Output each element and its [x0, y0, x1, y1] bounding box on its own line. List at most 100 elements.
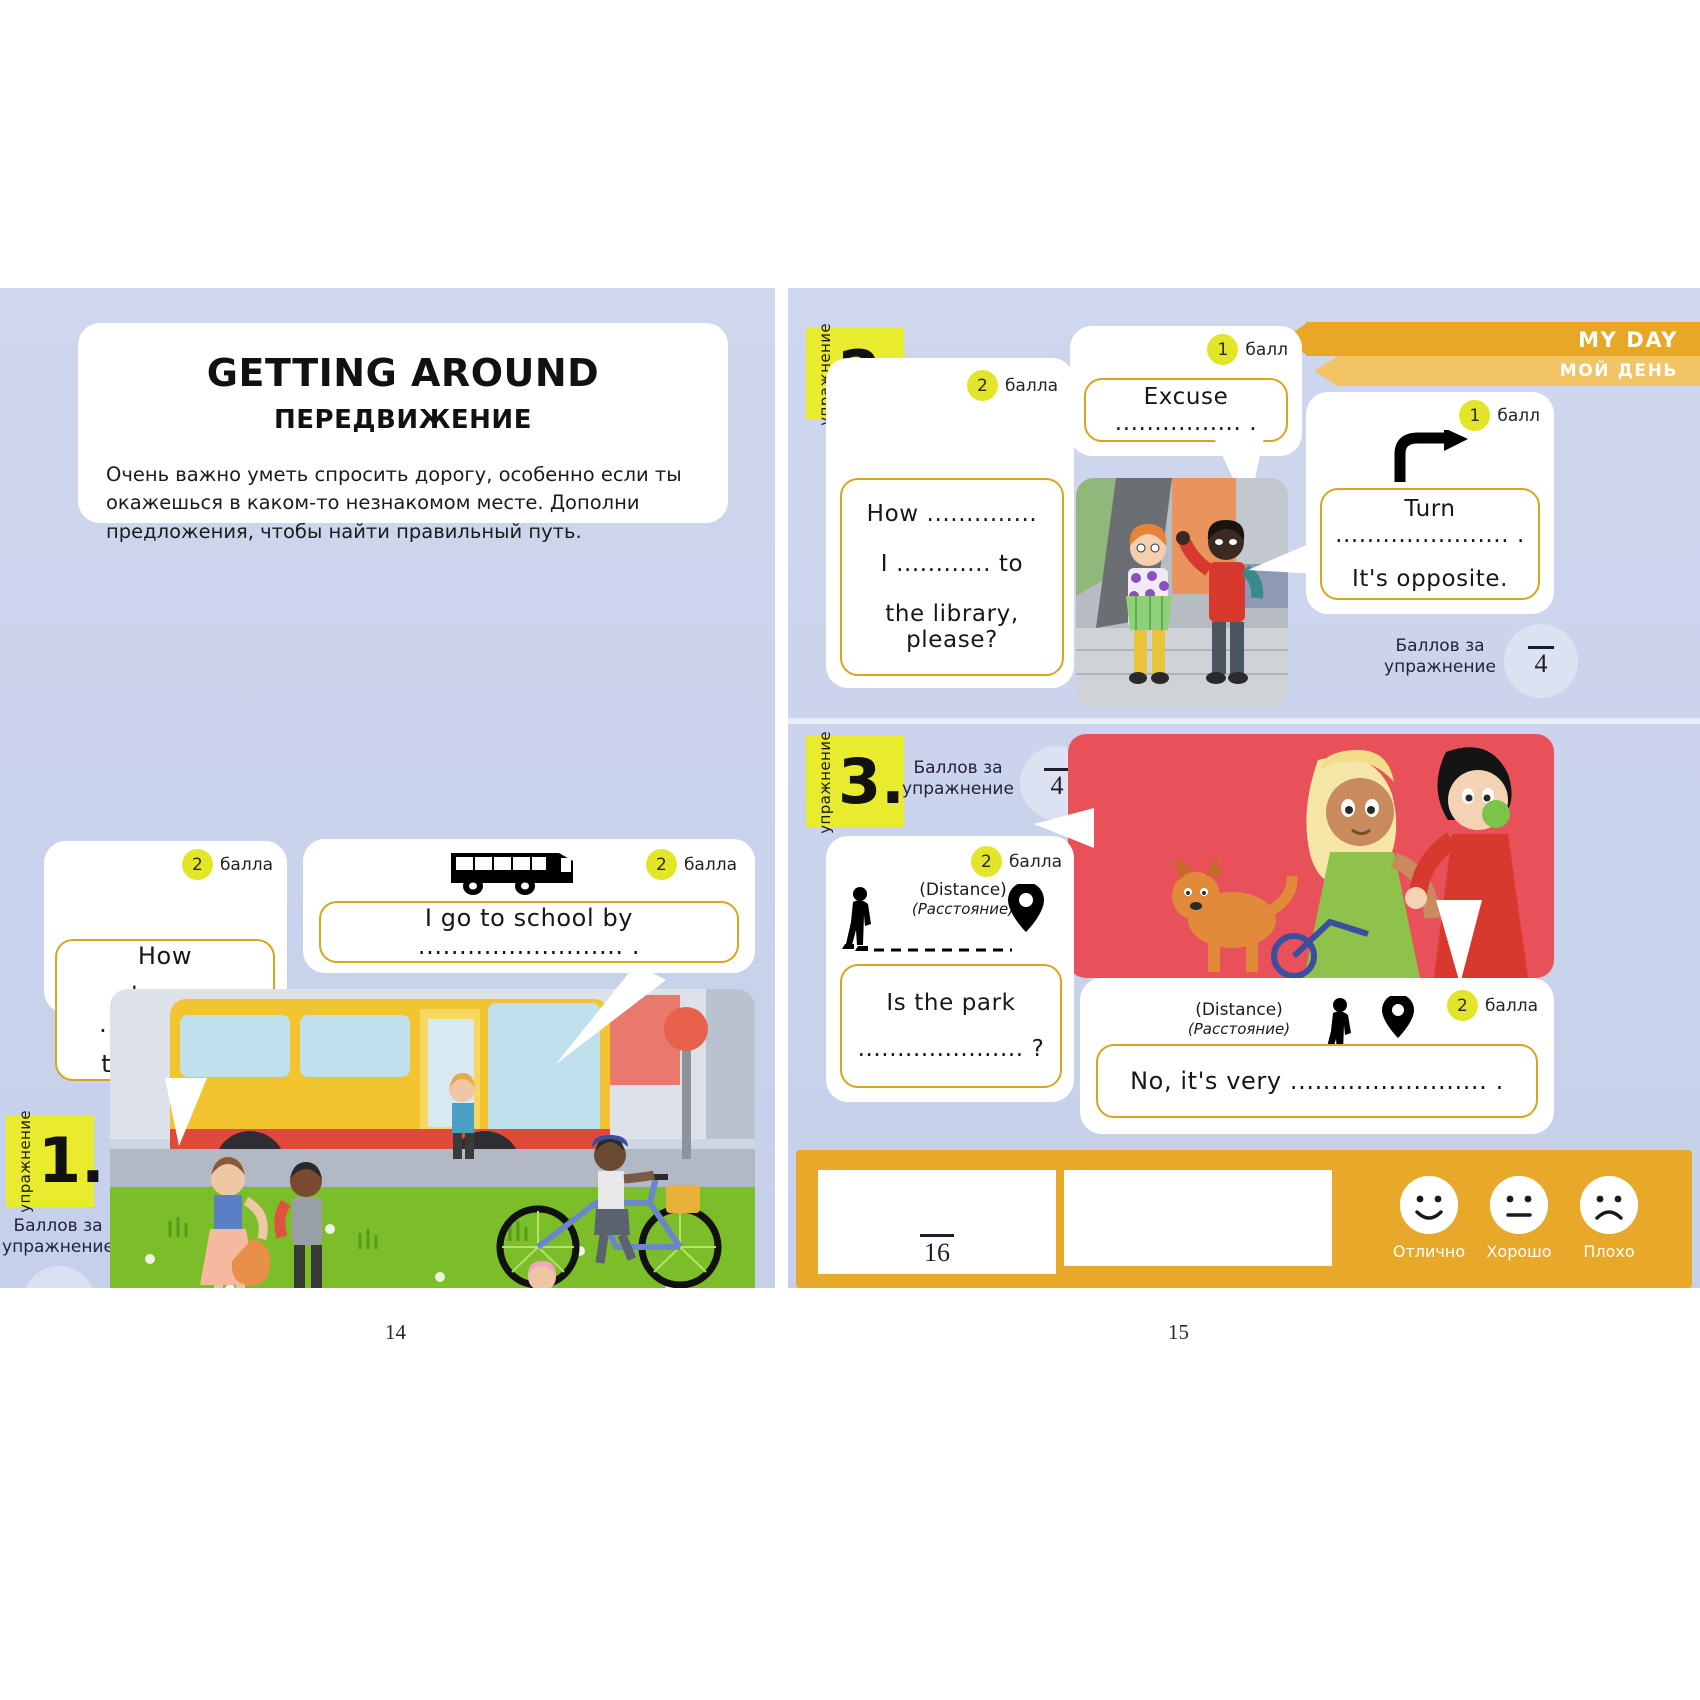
distance-label-ru: (Расстояние): [1187, 1020, 1291, 1038]
is-the-park-points: 2 балла: [970, 846, 1062, 877]
intro-paragraph: Очень важно уметь спросить дорогу, особе…: [106, 463, 682, 543]
left-page: GETTING AROUND ПЕРЕДВИЖЕНИЕ Очень важно …: [0, 288, 775, 1288]
no-its-very-answer-box[interactable]: No, it's very ........................ .: [1096, 1044, 1538, 1118]
bus-card: 2 балла I go to school by ..............…: [303, 839, 755, 973]
right-page: MY DAY МОЙ ДЕНЬ упражнение 2. 2 балла Ho…: [788, 288, 1700, 1288]
points-value: 2: [645, 849, 677, 880]
excuse-card: 1 балл Excuse ................ .: [1070, 326, 1302, 456]
bus-answer-text: I go to school by ......................…: [417, 904, 641, 960]
excuse-answer-box[interactable]: Excuse ................ .: [1084, 378, 1288, 442]
points-value: 2: [966, 370, 998, 401]
asking-directions-illustration: [1076, 478, 1288, 708]
how-library-line-3: the library, please?: [885, 601, 1019, 653]
exercise-number: 3.: [838, 744, 905, 818]
right-page-number: 15: [1168, 1320, 1189, 1344]
bus-answer-box[interactable]: I go to school by ......................…: [319, 901, 739, 963]
exercise-2-score-label: Баллов за упражнение: [1380, 636, 1500, 677]
score-label-line1: Баллов за: [13, 1216, 103, 1236]
how-library-line-2: I ............ to: [880, 551, 1024, 577]
banner-title-en: MY DAY: [1578, 328, 1678, 352]
speech-tail-turn: [1248, 540, 1318, 584]
how-card-points: 2 балла: [181, 849, 273, 880]
title-card: GETTING AROUND ПЕРЕДВИЖЕНИЕ Очень важно …: [78, 323, 728, 543]
is-the-park-line-1: Is the park: [886, 990, 1016, 1016]
points-word: балл: [1245, 339, 1288, 360]
turn-answer-box[interactable]: Turn ...................... . It's oppos…: [1320, 488, 1540, 600]
exercise-3-score-label: Баллов за упражнение: [898, 758, 1018, 799]
turn-points: 1 балл: [1459, 400, 1540, 431]
pedestrian-distance-pin-icon: [840, 884, 1058, 966]
how-library-points: 2 балла: [966, 370, 1058, 401]
points-value: 2: [181, 849, 213, 880]
page-title-en: GETTING AROUND: [206, 351, 600, 395]
exercise-2-score-circle[interactable]: 4: [1504, 624, 1578, 698]
points-word: балла: [1004, 375, 1058, 396]
exercise-tab-word: упражнение: [16, 1109, 34, 1213]
how-library-line-1: How ..............: [866, 501, 1038, 527]
points-word: балла: [683, 854, 737, 875]
score-label-line2: упражнение: [1384, 656, 1496, 677]
is-the-park-card: 2 балла (Distance) (Расстояние) Is the p…: [826, 836, 1074, 1102]
bus-card-points: 2 балла: [645, 849, 737, 880]
turn-card: 1 балл Turn ...................... . It'…: [1306, 392, 1554, 614]
bus-icon: [449, 851, 577, 897]
no-its-very-text: No, it's very ........................ .: [1130, 1067, 1504, 1095]
points-word: балла: [219, 854, 273, 875]
smiley-neutral-label: Хорошо: [1486, 1242, 1552, 1261]
speech-tail-how: [165, 1078, 245, 1148]
exercise-number: 1.: [38, 1123, 105, 1197]
distance-label-en: (Distance): [1195, 1000, 1283, 1020]
score-label-line2: упражнение: [902, 778, 1014, 799]
section-divider: [788, 718, 1700, 724]
smiley-happy-label: Отлично: [1392, 1242, 1466, 1261]
excuse-points: 1 балл: [1207, 334, 1288, 365]
score-denominator: 4: [1534, 648, 1548, 678]
footer-score-blank-line: [920, 1234, 954, 1237]
score-label-line1: Баллов за: [913, 758, 1003, 778]
how-library-answer-box[interactable]: How .............. I ............ to the…: [840, 478, 1064, 676]
score-label-line2: упражнение: [2, 1236, 114, 1257]
points-value: 2: [1446, 990, 1478, 1021]
smiley-neutral-icon[interactable]: [1490, 1176, 1548, 1234]
speech-tail-bus: [556, 964, 666, 1069]
smiley-sad-label: Плохо: [1583, 1242, 1635, 1261]
points-value: 1: [1459, 400, 1491, 431]
chapter-banner: MY DAY МОЙ ДЕНЬ: [1284, 322, 1700, 392]
smiley-happy-icon[interactable]: [1400, 1176, 1458, 1234]
left-page-number: 14: [385, 1320, 406, 1344]
exercise-1-score-circle[interactable]: 8: [22, 1266, 96, 1288]
points-value: 1: [1207, 334, 1239, 365]
footer-notes-box[interactable]: [1064, 1170, 1332, 1266]
exercise-3-tab: упражнение 3.: [806, 731, 905, 833]
footer-score-box[interactable]: 16: [818, 1170, 1056, 1274]
score-blank-line: [46, 1287, 72, 1288]
page-gutter: [775, 288, 788, 1288]
points-word: балл: [1497, 405, 1540, 426]
how-line-1: How: [137, 942, 193, 970]
points-value: 2: [970, 846, 1002, 877]
excuse-text: Excuse ................ .: [1114, 384, 1258, 436]
no-its-very-points: 2 балла: [1446, 990, 1538, 1021]
book-spread: GETTING AROUND ПЕРЕДВИЖЕНИЕ Очень важно …: [0, 0, 1700, 1700]
score-denominator: 4: [1050, 770, 1064, 800]
is-the-park-answer-box[interactable]: Is the park ..................... ?: [840, 964, 1062, 1088]
score-label-line1: Баллов за: [1395, 636, 1485, 656]
how-library-card: 2 балла How .............. I ...........…: [826, 358, 1074, 688]
exercise-1-tab: упражнение 1.: [6, 1110, 105, 1212]
points-word: балла: [1008, 851, 1062, 872]
speech-tail-no-very: [1436, 900, 1508, 986]
smiley-sad-icon[interactable]: [1580, 1176, 1638, 1234]
exercise-1-score-label: Баллов за упражнение: [2, 1216, 114, 1257]
banner-title-ru: МОЙ ДЕНЬ: [1559, 361, 1678, 381]
is-the-park-line-2: ..................... ?: [857, 1036, 1045, 1062]
exercise-tab-word: упражнение: [816, 730, 834, 834]
turn-line-1: Turn ...................... .: [1335, 496, 1525, 548]
turn-line-2: It's opposite.: [1351, 566, 1508, 592]
no-its-very-distance-label: (Distance) (Расстояние): [1164, 1000, 1314, 1038]
points-word: балла: [1484, 995, 1538, 1016]
turn-right-arrow-icon: [1392, 430, 1470, 484]
page-title-ru: ПЕРЕДВИЖЕНИЕ: [274, 405, 532, 435]
banner-notch-ru: [1314, 356, 1338, 386]
page-footer: 16 Отлично Хорошо Плохо: [796, 1150, 1692, 1288]
footer-score-denominator: 16: [924, 1238, 950, 1267]
